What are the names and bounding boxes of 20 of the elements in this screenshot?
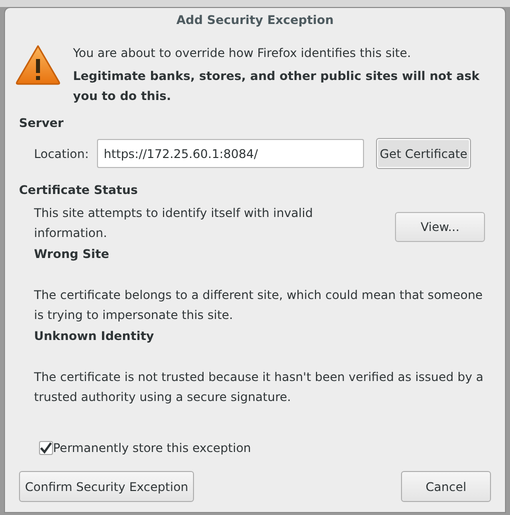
warning-message: You are about to override how Firefox identifies this site. xyxy=(73,45,412,62)
location-field[interactable]: https://172.25.60.1:8084/ xyxy=(96,139,364,168)
checkbox-label[interactable]: Permanently store this exception xyxy=(53,439,252,457)
status-description: This site attempts to identify itself with invalid information. xyxy=(34,205,314,242)
location-label: Location: xyxy=(34,146,89,162)
get-certificate-button[interactable]: Get Certificate xyxy=(376,138,472,169)
section-heading: Server xyxy=(19,115,65,132)
status-description: The certificate belongs to a different site, which could mean that someone is trying to impersonate this site. xyxy=(34,287,484,324)
checkmark-icon xyxy=(40,442,52,454)
permanent-checkbox[interactable] xyxy=(39,441,53,455)
cancel-button[interactable]: Cancel xyxy=(401,471,491,502)
status-heading: Unknown Identity xyxy=(34,328,156,345)
window-title: Add Security Exception xyxy=(176,12,334,29)
section-heading: Certificate Status xyxy=(19,182,139,199)
confirm-button[interactable]: Confirm Security Exception xyxy=(19,471,194,502)
warning-icon xyxy=(15,44,61,86)
status-description: The certificate is not trusted because it hasn't been verified as issued by a trusted authority using a secure signature. xyxy=(34,369,484,406)
status-heading: Wrong Site xyxy=(34,246,110,263)
warning-emphasis: Legitimate banks, stores, and other public sites will not ask you to do this. xyxy=(73,68,481,105)
view-button[interactable]: View... xyxy=(395,212,485,242)
